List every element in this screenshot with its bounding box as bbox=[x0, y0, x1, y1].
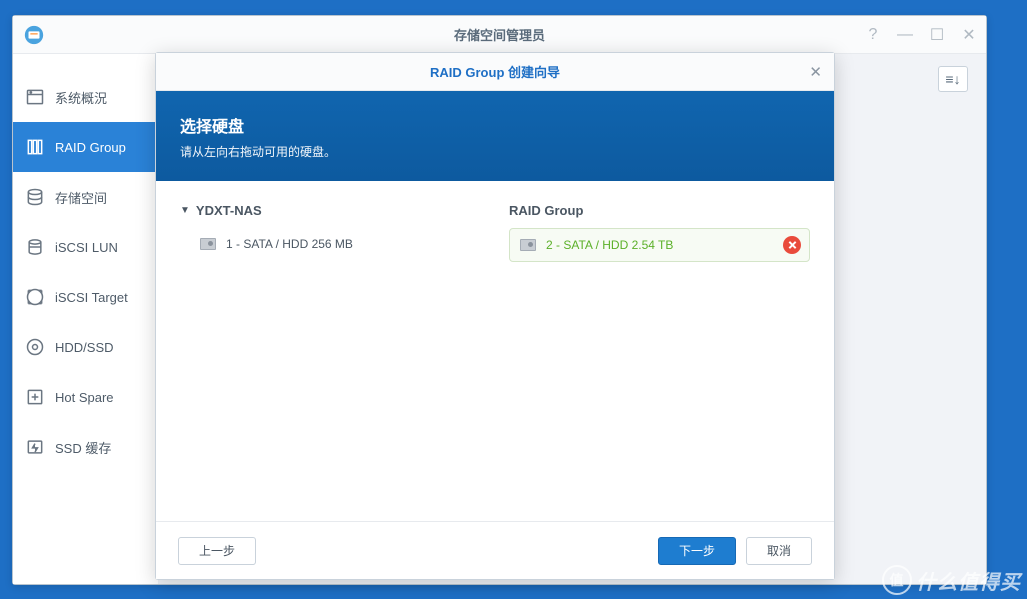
drive-label: 2 - SATA / HDD 2.54 TB bbox=[546, 238, 673, 252]
ssd-cache-icon bbox=[25, 437, 45, 457]
sidebar-item-hdd-ssd[interactable]: HDD/SSD bbox=[13, 322, 158, 372]
volume-icon bbox=[25, 187, 45, 207]
minimize-button[interactable]: — bbox=[896, 26, 914, 44]
collapse-icon: ▼ bbox=[180, 205, 190, 216]
watermark: 值 什么值得买 bbox=[882, 565, 1021, 595]
sidebar-item-overview[interactable]: 系统概況 bbox=[13, 72, 158, 122]
sidebar-item-label: 存储空间 bbox=[55, 188, 107, 207]
iscsi-target-icon bbox=[25, 287, 45, 307]
sidebar-item-label: Hot Spare bbox=[55, 390, 114, 405]
sort-button[interactable]: ≡↓ bbox=[938, 66, 968, 92]
window-title: 存储空间管理员 bbox=[454, 25, 545, 44]
banner-title: 选择硬盘 bbox=[180, 113, 810, 137]
drive-label: 1 - SATA / HDD 256 MB bbox=[226, 237, 353, 251]
sidebar-item-label: RAID Group bbox=[55, 140, 126, 155]
sidebar-item-volume[interactable]: 存储空间 bbox=[13, 172, 158, 222]
sidebar-item-label: SSD 缓存 bbox=[55, 438, 111, 457]
sidebar-item-iscsi-lun[interactable]: iSCSI LUN bbox=[13, 222, 158, 272]
window-titlebar: 存储空间管理员 ? — ☐ ✕ bbox=[13, 16, 986, 54]
iscsi-lun-icon bbox=[25, 237, 45, 257]
sidebar-item-iscsi-target[interactable]: iSCSI Target bbox=[13, 272, 158, 322]
hdd-icon bbox=[200, 238, 216, 250]
hot-spare-icon bbox=[25, 387, 45, 407]
app-icon bbox=[23, 24, 45, 46]
banner-subtitle: 请从左向右拖动可用的硬盘。 bbox=[180, 143, 810, 160]
selected-header-label: RAID Group bbox=[509, 203, 583, 218]
overview-icon bbox=[25, 87, 45, 107]
back-button[interactable]: 上一步 bbox=[178, 537, 256, 565]
maximize-button[interactable]: ☐ bbox=[928, 25, 946, 45]
modal-header: RAID Group 创建向导 ✕ bbox=[156, 53, 834, 91]
watermark-badge: 值 bbox=[882, 565, 912, 595]
cancel-button[interactable]: 取消 bbox=[746, 537, 812, 565]
available-drives-column: ▼ YDXT-NAS 1 - SATA / HDD 256 MB bbox=[180, 203, 481, 499]
watermark-text: 什么值得买 bbox=[916, 566, 1021, 595]
selected-header: RAID Group bbox=[509, 203, 810, 218]
remove-drive-button[interactable] bbox=[783, 236, 801, 254]
selected-drive-item[interactable]: 2 - SATA / HDD 2.54 TB bbox=[509, 228, 810, 262]
raid-group-icon bbox=[25, 137, 45, 157]
modal-title: RAID Group 创建向导 bbox=[430, 62, 560, 81]
sidebar-item-raid-group[interactable]: RAID Group bbox=[13, 122, 158, 172]
sidebar: 系统概況 RAID Group 存储空间 iSCSI LUN iSCSI Tar… bbox=[13, 54, 159, 584]
hdd-ssd-icon bbox=[25, 337, 45, 357]
modal-content: ▼ YDXT-NAS 1 - SATA / HDD 256 MB RAID Gr… bbox=[156, 181, 834, 521]
modal-banner: 选择硬盘 请从左向右拖动可用的硬盘。 bbox=[156, 91, 834, 181]
sidebar-item-ssd-cache[interactable]: SSD 缓存 bbox=[13, 422, 158, 472]
wizard-modal: RAID Group 创建向导 ✕ 选择硬盘 请从左向右拖动可用的硬盘。 ▼ Y… bbox=[155, 52, 835, 580]
available-header[interactable]: ▼ YDXT-NAS bbox=[180, 203, 481, 218]
selected-drives-column: RAID Group 2 - SATA / HDD 2.54 TB bbox=[509, 203, 810, 499]
available-drive-item[interactable]: 1 - SATA / HDD 256 MB bbox=[180, 228, 481, 260]
sidebar-item-label: iSCSI LUN bbox=[55, 240, 118, 255]
modal-footer: 上一步 下一步 取消 bbox=[156, 521, 834, 579]
hdd-icon bbox=[520, 239, 536, 251]
sidebar-item-label: HDD/SSD bbox=[55, 340, 114, 355]
window-controls: ? — ☐ ✕ bbox=[864, 25, 978, 45]
sidebar-item-hot-spare[interactable]: Hot Spare bbox=[13, 372, 158, 422]
next-button[interactable]: 下一步 bbox=[658, 537, 736, 565]
sidebar-item-label: 系统概況 bbox=[55, 88, 107, 107]
modal-close-button[interactable]: ✕ bbox=[809, 63, 822, 81]
available-header-label: YDXT-NAS bbox=[196, 203, 262, 218]
help-button[interactable]: ? bbox=[864, 26, 882, 44]
close-button[interactable]: ✕ bbox=[960, 25, 978, 45]
sidebar-item-label: iSCSI Target bbox=[55, 290, 128, 305]
